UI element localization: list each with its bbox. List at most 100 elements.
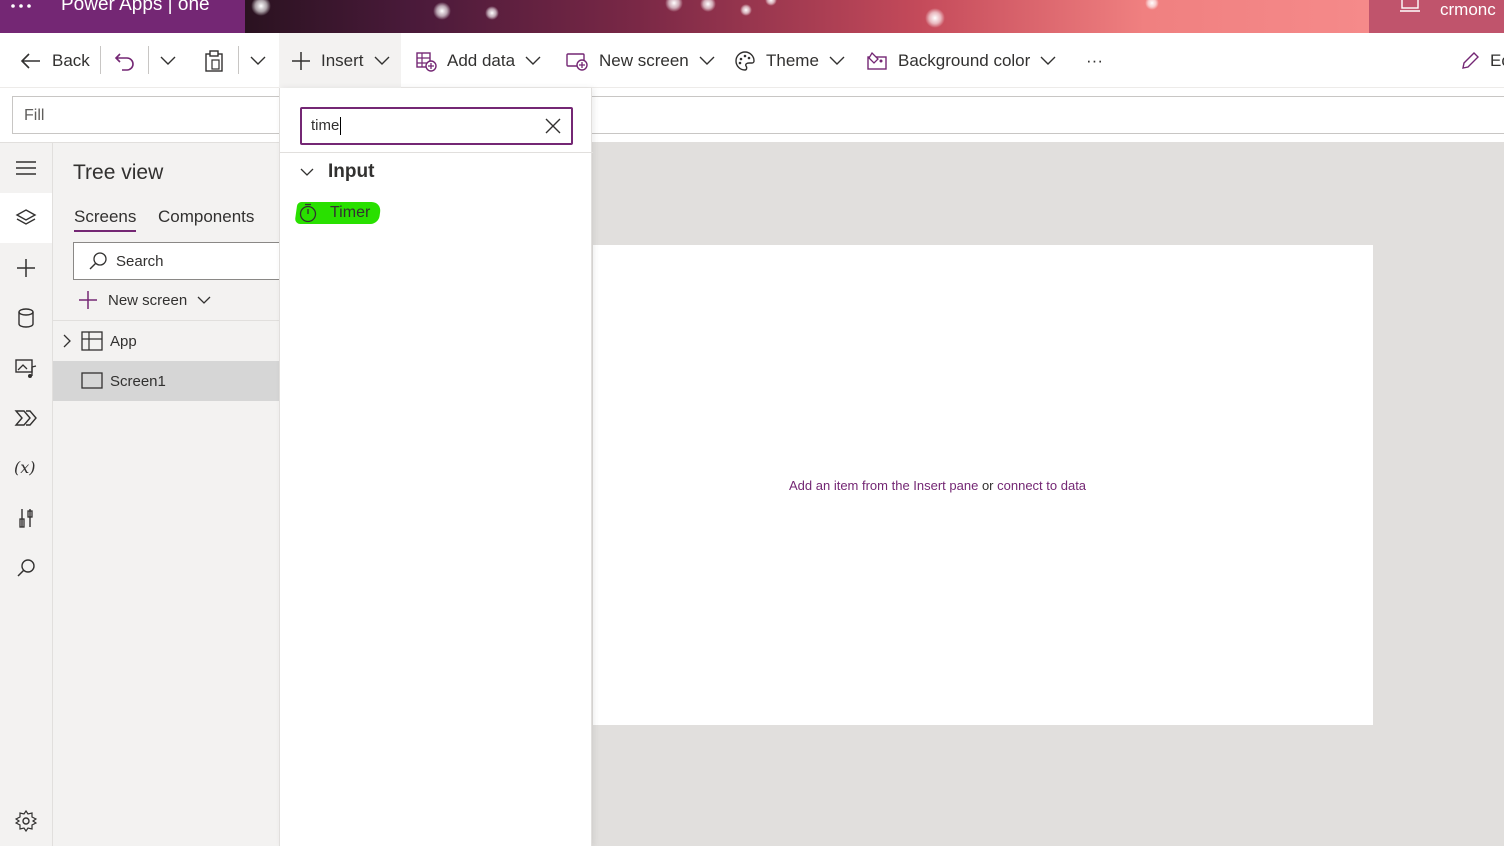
theme-label: Theme [766,50,819,70]
database-icon [18,308,34,328]
app-title: Power Apps | one [61,0,210,15]
property-dropdown[interactable]: Fill [12,96,282,134]
tree-search-input[interactable]: Search [73,242,283,280]
tab-components[interactable]: Components [158,207,254,227]
chevron-down-icon [1040,56,1056,65]
tree-item-label: Screen1 [110,372,166,390]
undo-dropdown-button[interactable] [160,33,176,88]
app-icon [81,331,103,351]
tools-icon [19,509,33,528]
app-launcher-icon[interactable] [10,0,32,20]
add-data-label: Add data [447,50,516,70]
tree-item-app[interactable]: App [53,321,279,361]
insert-flyout: time Input Timer [279,88,593,846]
variables-icon: (x) [14,458,36,477]
close-icon[interactable] [545,118,561,134]
tree-item-label: App [110,332,137,350]
data-rail-button[interactable] [0,293,52,343]
settings-rail-button[interactable] [0,796,52,846]
pencil-icon [1462,51,1479,69]
search-placeholder: Search [116,252,164,270]
search-value: time [311,117,340,134]
new-screen-button[interactable]: New screen [565,33,715,88]
group-label: Input [328,161,375,182]
edit-button[interactable]: Ec [1460,33,1504,88]
media-icon [15,359,37,378]
plus-icon [79,291,97,309]
insert-item-timer[interactable]: Timer [294,200,382,226]
search-icon [89,252,107,270]
new-screen-label: New screen [599,50,689,70]
chevron-down-icon [374,56,390,65]
paste-dropdown-button[interactable] [250,33,266,88]
back-label: Back [52,50,90,70]
chevron-right-icon[interactable] [63,334,71,348]
plus-icon [292,51,310,70]
user-name: crmonc [1440,0,1496,19]
power-automate-rail-button[interactable] [0,393,52,443]
insert-button[interactable]: Insert [279,33,401,88]
theme-button[interactable]: Theme [734,33,845,88]
brand-area: Power Apps | one [0,0,245,33]
paint-bucket-icon [867,51,887,70]
advanced-tools-rail-button[interactable] [0,493,52,543]
text-caret [340,117,342,136]
hamburger-menu-button[interactable] [0,143,52,193]
insert-rail-button[interactable] [0,243,52,293]
more-label: ··· [1086,50,1103,70]
user-area[interactable]: crmonc [1369,0,1504,33]
insert-item-label: Timer [330,204,371,221]
new-screen-icon [566,52,588,71]
tree-view-pane: Tree view Screens Components Search New … [53,143,283,846]
tree-view-title: Tree view [73,161,164,184]
timer-icon [299,203,317,223]
connect-data-link[interactable]: connect to data [997,478,1086,493]
tree-item-screen1[interactable]: Screen1 [53,361,279,401]
tree-view-button[interactable] [0,193,52,243]
more-commands-button[interactable]: ··· [1086,33,1103,88]
clipboard-icon [205,49,223,72]
database-add-icon [416,51,437,72]
hint-or: or [981,478,994,493]
insert-label: Insert [321,50,364,70]
gear-icon [15,810,37,832]
title-bar: Power Apps | one crmonc [0,0,1504,33]
background-color-label: Background color [898,50,1031,70]
chevron-down-icon [699,56,715,65]
undo-button[interactable] [114,33,136,88]
variables-rail-button[interactable]: (x) [0,443,52,493]
chevron-down-icon [300,168,314,176]
chevron-down-icon [525,56,541,65]
divider [238,46,239,74]
canvas-hint: Add an item from the Insert pane or conn… [789,478,1086,493]
search-icon [17,559,35,577]
media-rail-button[interactable] [0,343,52,393]
tree-new-screen-button[interactable]: New screen [78,290,211,310]
left-rail: (x) [0,143,53,846]
divider [100,46,101,74]
chevron-down-icon [197,296,211,304]
formula-bar: Fill [0,88,1504,143]
undo-icon [114,52,134,71]
plus-icon [17,259,35,277]
divider [280,152,593,153]
chevron-down-icon [829,56,845,65]
back-button[interactable]: Back [20,33,90,88]
hamburger-icon [16,161,36,175]
divider [148,46,149,74]
chevron-down-icon [250,56,266,65]
insert-pane-link[interactable]: Add an item from the Insert pane [789,478,978,493]
group-input[interactable]: Input [300,161,374,183]
command-bar: Back Insert Add data New screen Theme Ba… [0,33,1504,88]
new-screen-label: New screen [108,291,188,309]
search-rail-button[interactable] [0,543,52,593]
svg-text:(x): (x) [14,458,36,477]
formula-input[interactable] [590,96,1504,134]
environment-icon [1400,0,1420,12]
paste-button[interactable] [204,33,224,88]
add-data-button[interactable]: Add data [415,33,541,88]
background-color-button[interactable]: Background color [866,33,1056,88]
tab-screens[interactable]: Screens [74,207,137,232]
insert-search-input[interactable]: time [300,107,573,145]
power-automate-icon [14,410,37,426]
